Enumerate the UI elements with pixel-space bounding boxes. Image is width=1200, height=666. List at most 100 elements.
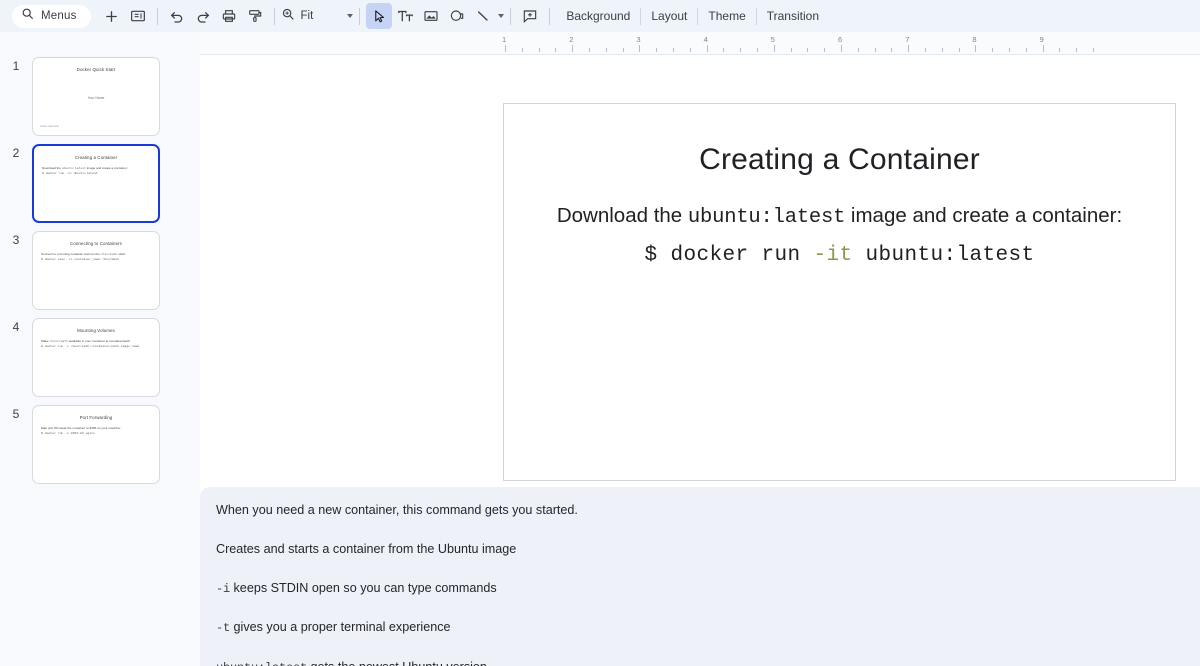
- ruler-tick: [773, 45, 775, 52]
- ruler-tick: [1059, 48, 1061, 52]
- thumb-cmd-5: $ docker run -p 8383:83 nginx: [41, 431, 152, 436]
- ruler-tick: [975, 45, 977, 52]
- ruler-tick: [857, 48, 859, 52]
- slide-thumbnail-5[interactable]: Port Forwarding Map port 83 inside the c…: [32, 405, 160, 484]
- ruler-tick: [874, 48, 876, 52]
- slide-thumbnail-3[interactable]: Connecting to Containers Connect to a ru…: [32, 231, 160, 310]
- ruler-tick: [941, 48, 943, 52]
- ruler-tick: [824, 48, 826, 52]
- ruler-tick: [505, 45, 506, 52]
- thumbnail-row-3[interactable]: 3 Connecting to Containers Connect to a …: [0, 231, 200, 310]
- theme-menu-button[interactable]: Theme: [698, 5, 755, 27]
- thumb-cmd-pre-5: $ docker run: [41, 430, 66, 435]
- slide-command: $ docker run -it ubuntu:latest: [504, 240, 1175, 273]
- thumb-line-post-2: image and create a container:: [85, 166, 128, 170]
- ruler-label-h: 7: [905, 35, 910, 44]
- thumb-body-5: Map port 83 inside the container to 8383…: [41, 426, 152, 436]
- current-slide[interactable]: Creating a Container Download the ubuntu…: [503, 103, 1176, 481]
- slide-number-4: 4: [12, 320, 20, 334]
- paint-format-button[interactable]: [242, 3, 268, 29]
- note-line-1: When you need a new container, this comm…: [216, 501, 1180, 519]
- text-box-tool[interactable]: [392, 3, 418, 29]
- note-3-code: -i: [216, 581, 231, 596]
- ruler-tick: [740, 48, 742, 52]
- ruler-tick: [958, 48, 960, 52]
- zoom-level-label: Fit: [300, 10, 314, 22]
- transition-menu-button[interactable]: Transition: [757, 5, 829, 27]
- zoom-control[interactable]: Fit: [281, 7, 354, 26]
- note-line-3: -i keeps STDIN open so you can type comm…: [216, 579, 1180, 598]
- line-options-chevron-down-icon[interactable]: [498, 14, 505, 18]
- thumb-cmd-pre-4: $ docker run: [41, 343, 66, 348]
- slide-layout-button[interactable]: [125, 3, 151, 29]
- background-menu-button[interactable]: Background: [556, 5, 640, 27]
- thumb-line-pre-5: Map port 83 inside the container to 8383…: [41, 426, 121, 430]
- ruler-tick: [757, 48, 758, 52]
- toolbar-divider-5: [549, 7, 551, 25]
- insert-image-tool[interactable]: [418, 3, 444, 29]
- ruler-label-h: 9: [1039, 35, 1044, 44]
- slide-title[interactable]: Creating a Container: [504, 143, 1175, 177]
- zoom-icon: [281, 7, 295, 26]
- ruler-tick: [1025, 48, 1027, 52]
- chevron-down-icon[interactable]: [347, 14, 354, 18]
- slide-body[interactable]: Download the ubuntu:latest image and cre…: [504, 200, 1175, 272]
- slide-canvas[interactable]: Creating a Container Download the ubuntu…: [200, 54, 1200, 497]
- ruler-tick: [1009, 48, 1010, 52]
- add-comment-tool[interactable]: [517, 3, 543, 29]
- print-button[interactable]: [216, 3, 242, 29]
- ruler-tick: [908, 45, 910, 52]
- note-5-post: gets the newest Ubuntu version: [307, 660, 487, 666]
- slide-command-flag: -it: [813, 243, 853, 267]
- thumb-body-3: Connect to a running container and run t…: [41, 252, 152, 262]
- select-tool[interactable]: [366, 3, 393, 29]
- ruler-label-h: 8: [972, 35, 977, 44]
- thumb-line-pre-3: Connect to a running container and run t…: [41, 252, 101, 256]
- thumb-line-post-4: available in your container at /containe…: [68, 339, 131, 343]
- slide-number-2: 2: [12, 146, 20, 160]
- toolbar-divider-3: [359, 7, 361, 25]
- note-4-post: gives you a proper terminal experience: [230, 620, 451, 635]
- ruler-label-h: 3: [636, 35, 641, 44]
- ruler-tick: [1093, 48, 1094, 52]
- speaker-notes-panel[interactable]: When you need a new container, this comm…: [200, 487, 1200, 666]
- slides-editor-window: Menus Fit Background Layout Theme Transi…: [0, 0, 1200, 666]
- ruler-tick: [992, 48, 994, 52]
- shape-tool[interactable]: [444, 3, 470, 29]
- thumbnail-row-4[interactable]: 4 Mounting Volumes Make /host/path avail…: [0, 318, 200, 397]
- slide-thumbnail-2[interactable]: Creating a Container Download the ubuntu…: [32, 144, 160, 223]
- add-slide-button[interactable]: [99, 3, 125, 29]
- thumbnail-row-1[interactable]: 1 Docker Quick Start Your Name docker-qu…: [0, 57, 200, 136]
- note-line-2: Creates and starts a container from the …: [216, 540, 1180, 558]
- slide-thumbnail-1[interactable]: Docker Quick Start Your Name docker-quic…: [32, 57, 160, 136]
- horizontal-ruler[interactable]: 1 2 3 4 5 6 7 8 9: [200, 32, 1200, 54]
- ruler-tick: [807, 48, 809, 52]
- slide-body-code: ubuntu:latest: [687, 206, 846, 229]
- line-tool[interactable]: [470, 3, 496, 29]
- thumb-cmd-3: $ docker exec -it container_name /bin/ba…: [41, 257, 152, 262]
- slide-thumbnail-sidebar[interactable]: 1 Docker Quick Start Your Name docker-qu…: [0, 32, 200, 666]
- undo-button[interactable]: [164, 3, 190, 29]
- redo-button[interactable]: [190, 3, 216, 29]
- menus-search-button[interactable]: Menus: [12, 4, 91, 28]
- slide-thumbnail-4[interactable]: Mounting Volumes Make /host/path availab…: [32, 318, 160, 397]
- ruler-tick: [656, 48, 658, 52]
- ruler-label-h: 2: [569, 35, 574, 44]
- note-3-post: keeps STDIN open so you can type command…: [230, 580, 497, 595]
- thumb-cmd-post-5: 8383:83 nginx: [68, 430, 95, 435]
- ruler-label-h: 6: [838, 35, 843, 44]
- ruler-tick: [555, 48, 557, 52]
- layout-menu-button[interactable]: Layout: [641, 5, 697, 27]
- toolbar-divider-4: [510, 7, 512, 25]
- ruler-tick: [639, 45, 641, 52]
- thumb-title-2: Creating a Container: [74, 155, 118, 160]
- ruler-tick: [841, 45, 842, 52]
- thumb-line-post-3: shell:: [117, 252, 126, 256]
- note-line-4: -t gives you a proper terminal experienc…: [216, 618, 1180, 637]
- ruler-tick: [706, 45, 708, 52]
- thumbnail-row-5[interactable]: 5 Port Forwarding Map port 83 inside the…: [0, 405, 200, 484]
- ruler-tick: [622, 48, 624, 52]
- ruler-label-h: 1: [502, 35, 507, 44]
- ruler-label-h: 5: [770, 35, 775, 44]
- thumbnail-row-2[interactable]: 2 Creating a Container Download the ubun…: [0, 144, 200, 223]
